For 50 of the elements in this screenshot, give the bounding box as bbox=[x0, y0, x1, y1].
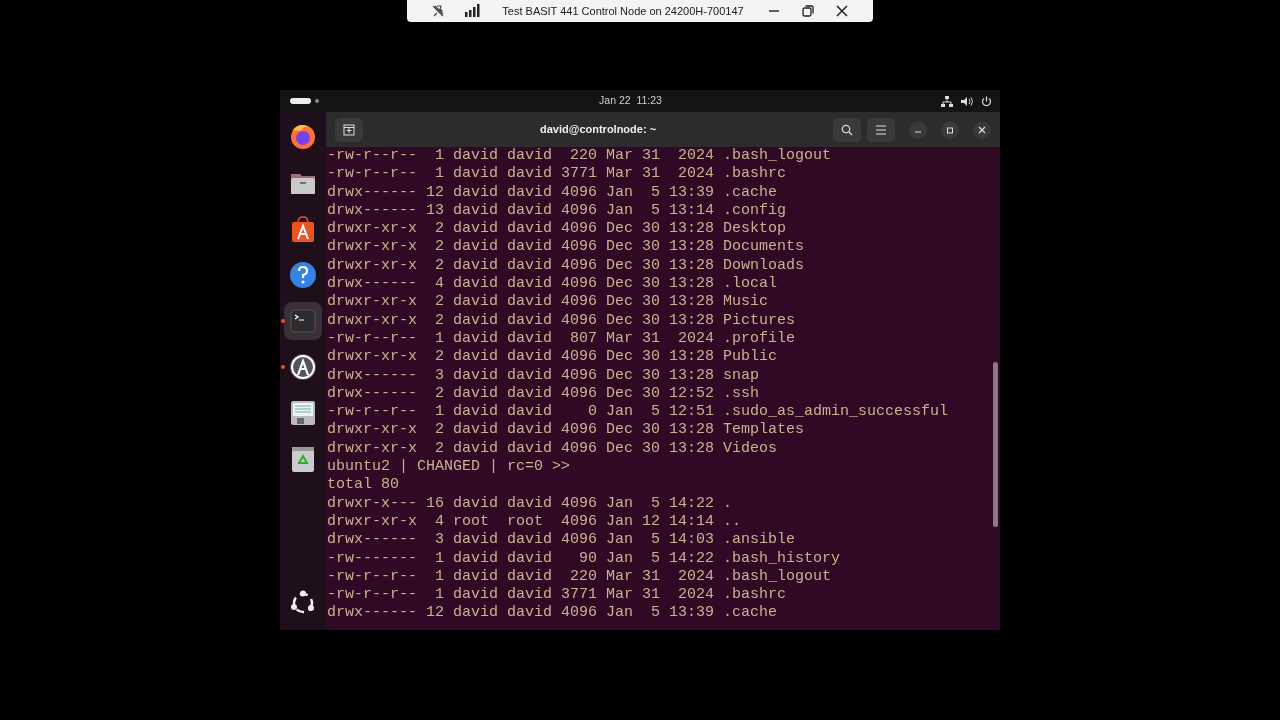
search-icon bbox=[841, 123, 853, 136]
firefox-icon bbox=[288, 122, 318, 152]
session-title: Test BASIT 441 Control Node on 24200H-700147 bbox=[501, 3, 745, 19]
output-line: -rw-r--r-- 1 david david 3771 Mar 31 2024 .bashrc bbox=[327, 586, 788, 605]
output-line: -rw-r--r-- 1 david david 807 Mar 31 2024 .profile bbox=[327, 329, 797, 349]
scrollbar[interactable] bbox=[993, 362, 998, 527]
new-tab-icon bbox=[343, 123, 355, 136]
output-line: -rw-r--r-- 1 david david 3771 Mar 31 2024 .bashrc bbox=[327, 165, 788, 184]
output-line: -rw-r--r-- 1 david david 0 Jan 5 12:51 .sudo_as_admin_successful bbox=[327, 403, 950, 422]
workspace-indicator-icon[interactable] bbox=[290, 98, 320, 104]
output-line: drwx------ 13 david david 4096 Jan 5 13:14 .config bbox=[327, 201, 788, 221]
help-icon bbox=[288, 260, 318, 290]
output-line: drwxr-x--- 16 david david 4096 Jan 5 14:22 . bbox=[327, 494, 734, 513]
close-button[interactable] bbox=[973, 120, 991, 139]
close-icon bbox=[978, 125, 986, 134]
close-icon bbox=[836, 5, 848, 17]
window-title: david@controlnode: ~ bbox=[538, 122, 658, 138]
output-line: drwx------ 4 david david 4096 Dec 30 13:28 .local bbox=[327, 275, 779, 294]
output-line: drwx------ 2 david david 4096 Dec 30 12:52 .ssh bbox=[327, 384, 761, 404]
output-line: drwxr-xr-x 2 david david 4096 Dec 30 13:28 Music bbox=[327, 293, 770, 312]
search-button[interactable] bbox=[833, 117, 861, 142]
new-tab-button[interactable] bbox=[335, 117, 363, 142]
restore-icon bbox=[802, 5, 814, 17]
power-icon[interactable] bbox=[981, 95, 992, 107]
output-line: -rw------- 1 david david 90 Jan 5 14:22 .bash_history bbox=[327, 549, 842, 568]
output-line: drwxr-xr-x 2 david david 4096 Dec 30 13:28 Videos bbox=[327, 439, 779, 459]
output-line: drwxr-xr-x 2 david david 4096 Dec 30 13:28 Public bbox=[327, 348, 779, 367]
output-line: drwxr-xr-x 2 david david 4096 Dec 30 13:28 Downloads bbox=[327, 256, 806, 276]
output-line: drwxr-xr-x 4 root root 4096 Jan 12 14:14 .. bbox=[327, 512, 743, 532]
terminal-icon bbox=[288, 306, 318, 336]
menu-icon bbox=[875, 124, 887, 135]
output-line: drwxr-xr-x 2 david david 4096 Dec 30 13:28 Documents bbox=[327, 238, 806, 257]
updater-icon bbox=[288, 352, 318, 382]
output-line: drwx------ 3 david david 4096 Dec 30 13:28 snap bbox=[327, 366, 761, 385]
output-line: drwxr-xr-x 2 david david 4096 Dec 30 13:28 Desktop bbox=[327, 220, 788, 239]
output-line: drwxr-xr-x 2 david david 4096 Dec 30 13:28 Pictures bbox=[327, 311, 797, 330]
output-line: -rw-r--r-- 1 david david 220 Mar 31 2024 .bash_logout bbox=[327, 147, 833, 166]
minimize-button[interactable] bbox=[909, 120, 927, 139]
maximize-icon bbox=[946, 125, 954, 134]
output-line: drwx------ 12 david david 4096 Jan 5 13:39 .cache bbox=[327, 183, 779, 202]
volume-icon[interactable] bbox=[961, 95, 973, 107]
output-line: total 80 bbox=[327, 476, 400, 495]
output-line: drwxr-xr-x 2 david david 4096 Dec 30 13:28 Templates bbox=[327, 421, 806, 440]
output-line: drwx------ 3 david david 4096 Jan 5 14:03 .ansible bbox=[327, 531, 797, 550]
menu-button[interactable] bbox=[867, 117, 895, 142]
network-icon[interactable] bbox=[941, 95, 953, 107]
output-line: -rw-r--r-- 1 david david 220 Mar 31 2024 .bash_logout bbox=[327, 567, 833, 587]
maximize-button[interactable] bbox=[941, 120, 959, 139]
output-line: drwx------ 12 david david 4096 Jan 5 13:39 .cache bbox=[327, 604, 779, 623]
output-line: ubuntu2 | CHANGED | rc=0 >> bbox=[327, 458, 572, 477]
